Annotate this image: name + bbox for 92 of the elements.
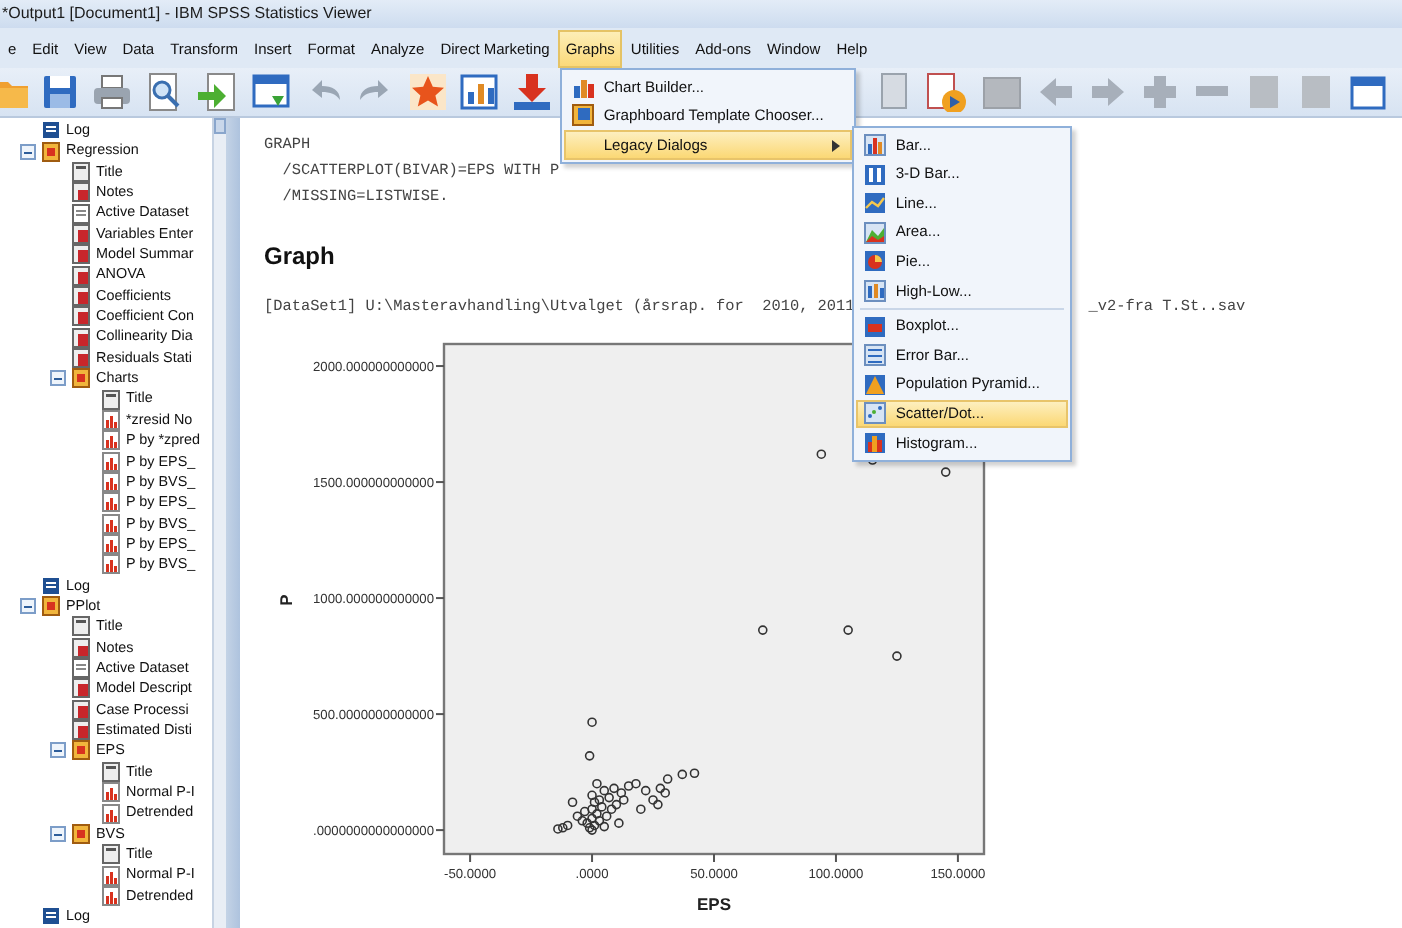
window-icon[interactable]	[1348, 72, 1388, 112]
printer-icon[interactable]	[92, 72, 132, 112]
tick-mark	[713, 853, 715, 863]
expand-toggle[interactable]	[20, 143, 36, 160]
book-icon	[42, 596, 60, 617]
book-icon	[72, 740, 90, 761]
table-page-icon	[72, 720, 90, 741]
page-icon	[72, 203, 90, 224]
data-point	[892, 651, 902, 661]
window-title: *Output1 [Document1] - IBM SPSS Statistics Viewer	[0, 4, 372, 22]
chart-page-icon	[102, 803, 120, 824]
chart-page-icon	[102, 554, 120, 575]
tick-mark	[956, 853, 959, 863]
bar-chart-icon	[863, 133, 886, 156]
chart-page-icon	[102, 472, 120, 493]
book-icon	[72, 823, 90, 844]
chart-icon[interactable]	[460, 72, 500, 112]
print-preview-icon[interactable]	[144, 72, 184, 112]
expand-toggle[interactable]	[20, 598, 36, 615]
image-placeholder-icon[interactable]	[980, 72, 1024, 112]
expand-toggle[interactable]	[50, 742, 66, 759]
export-icon[interactable]	[196, 72, 240, 112]
chart-page-icon	[102, 492, 120, 513]
section-heading: Graph	[264, 240, 335, 272]
table-page-icon	[72, 306, 90, 327]
play-document-icon[interactable]	[924, 72, 968, 112]
left-arrow-icon[interactable]	[1036, 72, 1076, 112]
right-arrow-icon[interactable]	[1088, 72, 1128, 112]
document-icon[interactable]	[876, 72, 912, 112]
plus-icon[interactable]	[1140, 72, 1180, 112]
boxplot-icon	[863, 315, 886, 338]
data-point	[843, 625, 853, 635]
tick-mark	[435, 365, 445, 368]
table-page-icon	[72, 285, 90, 306]
histogram-icon	[863, 431, 886, 454]
title-page-icon	[72, 161, 90, 182]
chart-page-icon	[102, 409, 120, 430]
expand-toggle[interactable]	[50, 825, 66, 842]
data-point	[940, 467, 951, 477]
table-page-icon	[72, 347, 90, 368]
book-icon	[72, 368, 90, 389]
error-bar-icon	[863, 344, 886, 367]
scrollbar[interactable]	[212, 118, 226, 928]
table-page-icon	[72, 327, 90, 348]
chart-page-icon	[102, 534, 120, 555]
title-page-icon	[102, 761, 120, 782]
data-point	[816, 449, 827, 459]
chart-page-icon	[102, 451, 120, 472]
data-point	[584, 751, 595, 761]
log-icon	[42, 575, 60, 596]
table-page-icon	[72, 244, 90, 265]
notes-page-icon	[72, 637, 90, 658]
bar-chart-icon	[571, 75, 594, 98]
notes-page-icon	[72, 182, 90, 203]
chart-page-icon	[102, 885, 120, 906]
tick-mark	[435, 597, 445, 600]
high-low-chart-icon	[863, 279, 886, 302]
tick-mark	[834, 853, 837, 863]
table-page-icon	[72, 223, 90, 244]
table-page-icon	[72, 699, 90, 720]
area-chart-icon	[863, 221, 886, 244]
data-point	[587, 717, 597, 727]
title-page-icon	[72, 616, 90, 637]
scatter-plot-icon	[863, 402, 886, 425]
chart-page-icon	[102, 782, 120, 803]
table-page-icon	[72, 265, 90, 286]
title-page-icon	[102, 389, 120, 410]
template-icon	[571, 104, 594, 127]
tick-mark	[435, 713, 445, 716]
table-page-icon	[72, 678, 90, 699]
tick-mark	[435, 829, 445, 832]
chart-page-icon	[102, 865, 120, 886]
page-icon	[72, 658, 90, 679]
data-point	[758, 625, 768, 635]
tick-mark	[435, 481, 445, 484]
chart-page-icon	[102, 513, 120, 534]
pie-chart-icon	[863, 250, 886, 273]
tick-mark	[469, 853, 472, 863]
star-icon[interactable]	[408, 72, 448, 112]
3d-bar-chart-icon	[863, 163, 886, 186]
title-page-icon	[102, 844, 120, 865]
axis-title: P	[276, 594, 296, 606]
axis-title: EPS	[697, 894, 731, 914]
save-icon[interactable]	[40, 72, 80, 112]
tick-mark	[591, 853, 594, 863]
pyramid-icon	[863, 373, 886, 396]
chart-page-icon	[102, 430, 120, 451]
line-chart-icon	[863, 192, 886, 215]
data-editor-icon[interactable]	[252, 72, 292, 112]
download-icon[interactable]	[512, 72, 552, 112]
book-icon	[42, 141, 60, 162]
expand-toggle[interactable]	[50, 370, 66, 387]
